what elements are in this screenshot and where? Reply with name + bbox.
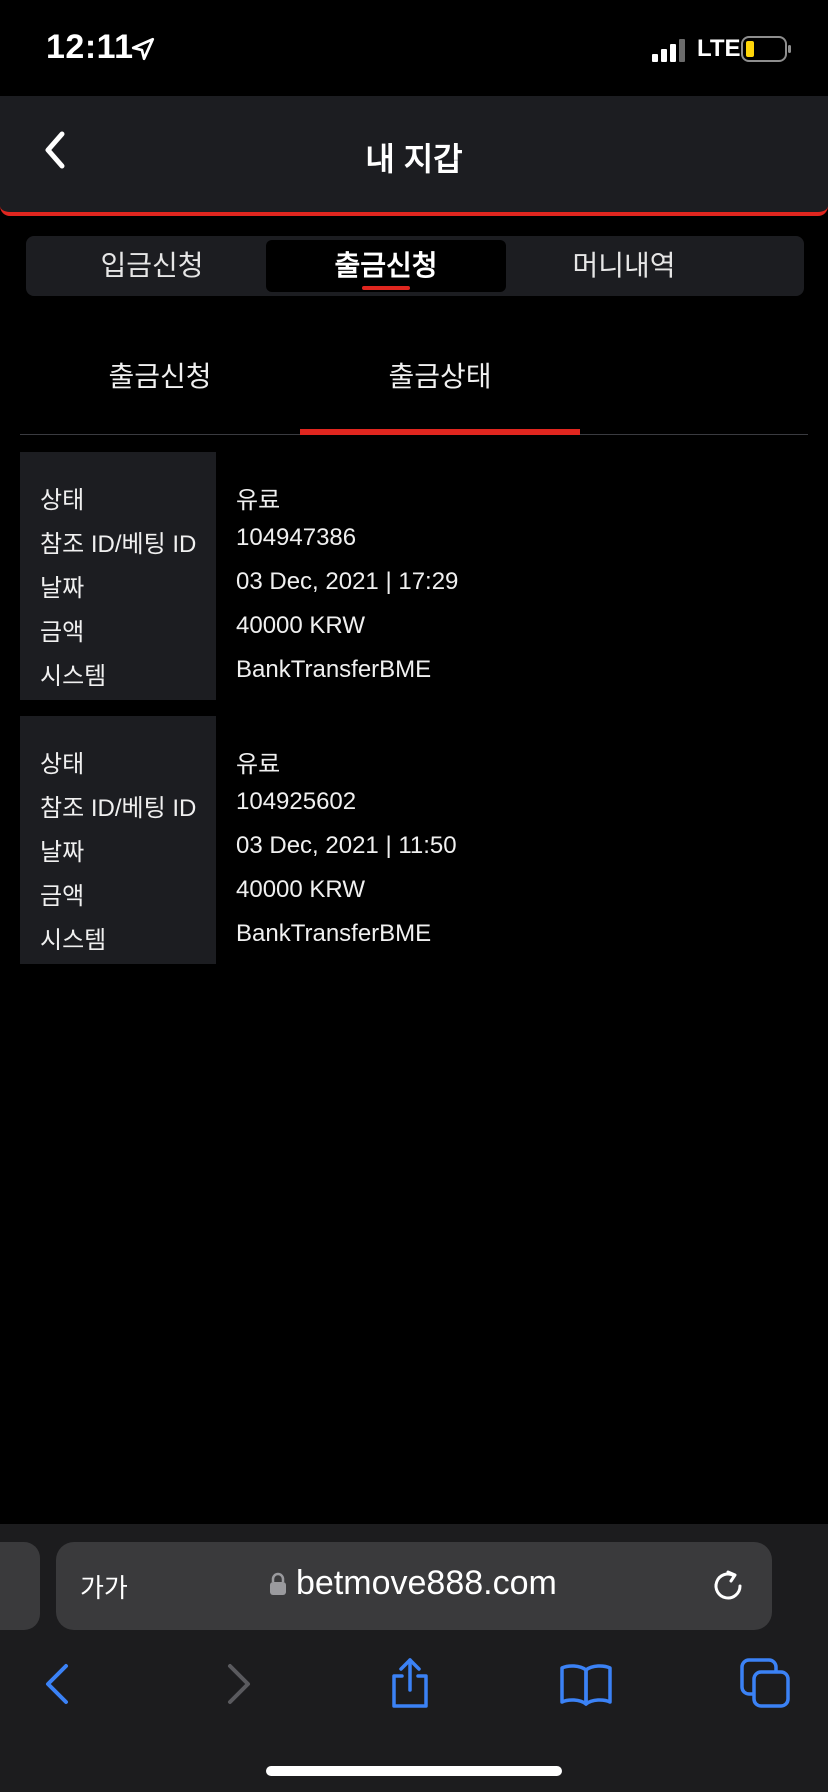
- location-arrow-icon: [131, 37, 155, 61]
- value-amount: 40000 KRW: [236, 612, 365, 639]
- url-text[interactable]: betmove888.com: [296, 1564, 557, 1603]
- withdrawal-record: 상태 유료 참조 ID/베팅 ID 104925602 날짜 03 Dec, 2…: [20, 716, 808, 964]
- subtab-label: 출금신청: [108, 361, 212, 392]
- wallet-tabs: 입금신청 출금신청 머니내역: [26, 236, 804, 296]
- value-amount: 40000 KRW: [236, 876, 365, 903]
- status-time: 12:11: [46, 28, 134, 66]
- value-date: 03 Dec, 2021 | 17:29: [236, 568, 459, 595]
- bookmarks-button[interactable]: [556, 1654, 616, 1714]
- value-ref-id: 104947386: [236, 524, 357, 551]
- label-system: 시스템: [40, 663, 107, 690]
- reload-icon[interactable]: [708, 1566, 748, 1606]
- label-ref-id: 참조 ID/베팅 ID: [40, 795, 197, 822]
- network-label: LTE: [697, 35, 741, 62]
- book-icon: [560, 1664, 612, 1706]
- tab-label: 출금신청: [334, 250, 438, 281]
- label-system: 시스템: [40, 927, 107, 954]
- value-status: 유료: [236, 487, 281, 514]
- active-subtab-indicator: [300, 429, 580, 435]
- label-amount: 금액: [40, 619, 85, 646]
- chevron-right-icon: [228, 1664, 250, 1704]
- label-status: 상태: [40, 487, 85, 514]
- value-date: 03 Dec, 2021 | 11:50: [236, 832, 457, 859]
- browser-toolbar: 가가 betmove888.com: [0, 1524, 828, 1792]
- active-tab-underline: [362, 286, 410, 290]
- subtab-withdraw-status[interactable]: 출금상태: [300, 340, 580, 434]
- withdraw-sub-tabs: 출금신청 출금상태: [20, 340, 808, 435]
- tab-label: 머니내역: [572, 250, 676, 281]
- label-ref-id: 참조 ID/베팅 ID: [40, 531, 197, 558]
- tabs-icon: [740, 1658, 790, 1708]
- subtab-label: 출금상태: [388, 361, 492, 392]
- home-indicator: [266, 1766, 562, 1776]
- status-bar: 12:11 LTE: [0, 0, 828, 96]
- share-button[interactable]: [380, 1654, 440, 1714]
- value-system: BankTransferBME: [236, 920, 432, 947]
- label-amount: 금액: [40, 883, 85, 910]
- address-bar[interactable]: 가가 betmove888.com: [56, 1542, 772, 1630]
- previous-tab-peek[interactable]: [0, 1542, 40, 1630]
- browser-forward-button[interactable]: [208, 1654, 268, 1714]
- tab-deposit-request[interactable]: 입금신청: [32, 240, 272, 292]
- label-date: 날짜: [40, 575, 85, 602]
- label-status: 상태: [40, 751, 85, 778]
- browser-back-button[interactable]: [30, 1654, 90, 1714]
- battery-icon: [741, 36, 791, 62]
- value-system: BankTransferBME: [236, 656, 432, 683]
- withdrawal-record: 상태 유료 참조 ID/베팅 ID 104947386 날짜 03 Dec, 2…: [20, 452, 808, 700]
- tab-withdraw-request[interactable]: 출금신청: [266, 240, 506, 292]
- signal-icon: [652, 39, 685, 62]
- app-header: 내 지갑: [0, 96, 828, 216]
- tab-label: 입금신청: [100, 250, 204, 281]
- label-date: 날짜: [40, 839, 85, 866]
- tabs-button[interactable]: [736, 1654, 796, 1714]
- value-status: 유료: [236, 751, 281, 778]
- value-ref-id: 104925602: [236, 788, 357, 815]
- lock-icon: [270, 1572, 286, 1595]
- page-settings-button[interactable]: 가가: [80, 1568, 128, 1605]
- page-title: 내 지갑: [365, 141, 463, 177]
- tab-money-history[interactable]: 머니내역: [504, 240, 744, 292]
- chevron-left-icon: [46, 1664, 68, 1704]
- share-icon: [392, 1658, 428, 1708]
- subtab-withdraw-request[interactable]: 출금신청: [20, 340, 300, 434]
